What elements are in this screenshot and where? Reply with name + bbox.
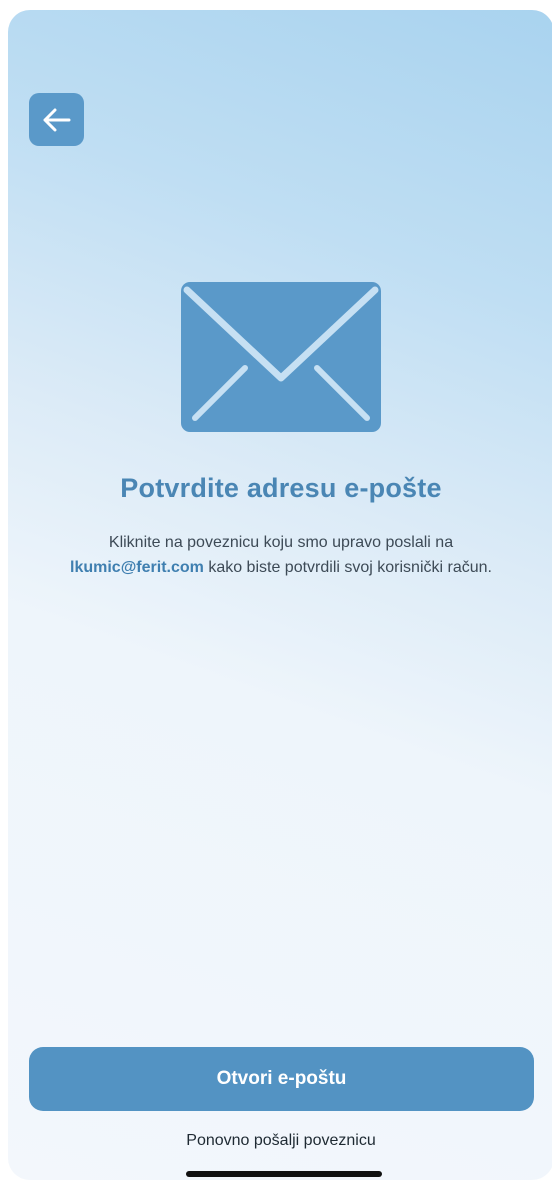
resend-link-button[interactable]: Ponovno pošalji poveznicu: [8, 1132, 552, 1150]
verify-email-screen: Potvrdite adresu e-pošte Kliknite na pov…: [8, 10, 552, 1180]
envelope-icon: [181, 282, 381, 432]
back-button[interactable]: [29, 93, 84, 146]
description: Kliknite na poveznicu koju smo upravo po…: [68, 530, 494, 580]
home-indicator: [186, 1171, 382, 1177]
description-text-end: kako biste potvrdili svoj korisnički rač…: [208, 559, 492, 576]
open-email-button[interactable]: Otvori e-poštu: [29, 1047, 534, 1111]
page-title: Potvrdite adresu e-pošte: [120, 473, 442, 503]
description-text: Kliknite na poveznicu koju smo upravo po…: [108, 534, 454, 551]
arrow-left-icon: [42, 107, 72, 133]
email-address: lkumic@ferit.com: [70, 559, 204, 576]
